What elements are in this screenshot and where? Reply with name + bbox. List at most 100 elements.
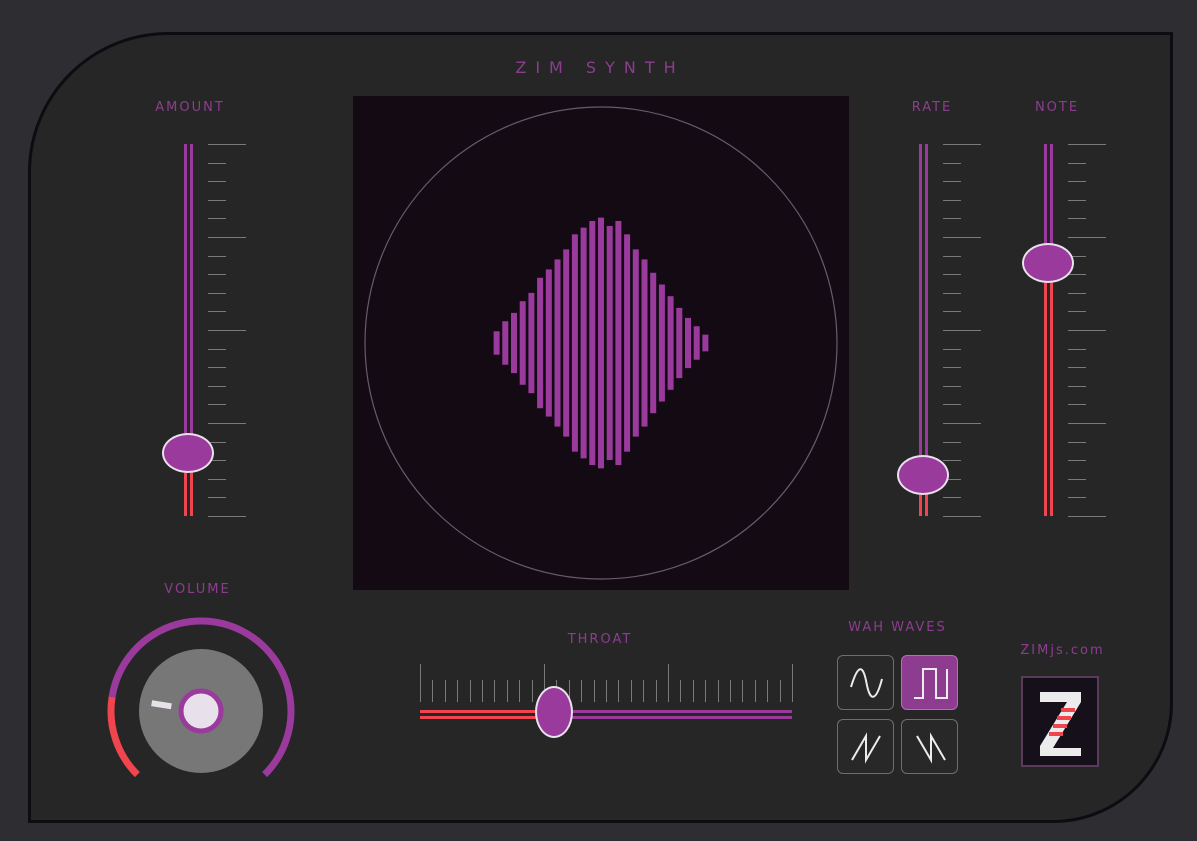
app-title: ZIM SYNTH	[515, 58, 685, 77]
rate-slider-tick	[943, 292, 961, 294]
rate-slider-tick	[943, 330, 981, 331]
note-slider[interactable]	[1020, 140, 1120, 520]
visualizer-svg	[364, 106, 838, 580]
wah-waves-label: WAH WAVES	[848, 620, 947, 635]
rate-slider-tick	[943, 274, 961, 276]
visualizer-bar	[598, 217, 604, 469]
wave-button-sawtooth[interactable]	[837, 719, 894, 774]
note-slider-tick	[1068, 478, 1086, 480]
note-slider-tick	[1068, 460, 1086, 462]
volume-dial[interactable]	[96, 608, 306, 798]
amount-label: AMOUNT	[155, 100, 225, 115]
throat-slider-tick	[469, 680, 471, 702]
rate-slider-tick	[943, 255, 961, 257]
square-wave-icon	[914, 668, 948, 699]
zimjs-link[interactable]: ZIMjs.com	[1000, 643, 1125, 658]
visualizer-bar	[537, 277, 544, 409]
amount-slider-tick	[208, 423, 246, 424]
throat-slider-tick	[643, 680, 645, 702]
note-slider-tick	[1068, 162, 1086, 164]
throat-slider-tick	[792, 664, 793, 702]
throat-slider-tick	[692, 680, 694, 702]
throat-slider-tick	[779, 680, 781, 702]
rate-slider-tick	[943, 348, 961, 350]
throat-slider-tick	[457, 680, 459, 702]
visualizer-bar	[676, 307, 683, 379]
rate-slider[interactable]	[895, 140, 995, 520]
amount-slider-tick	[208, 330, 246, 331]
visualizer-bar	[650, 272, 657, 414]
note-slider-track-empty	[1044, 263, 1047, 516]
throat-slider-tick	[506, 680, 508, 702]
amount-slider-tick	[208, 497, 226, 499]
visualizer-bar	[658, 284, 665, 402]
visualizer-bar	[519, 301, 526, 385]
note-slider-tick	[1068, 237, 1106, 238]
rate-slider-tick	[943, 460, 961, 462]
throat-slider-track-empty	[553, 710, 792, 713]
throat-slider-tick	[531, 680, 533, 702]
note-slider-tick	[1068, 497, 1086, 499]
visualizer-bar	[563, 249, 570, 437]
wave-button-sine[interactable]	[837, 655, 894, 710]
wah-waves-selector	[837, 655, 962, 775]
throat-slider[interactable]	[418, 660, 798, 740]
rate-slider-tick	[943, 367, 961, 369]
throat-slider-tick	[444, 680, 446, 702]
note-label: NOTE	[1034, 100, 1080, 115]
amount-slider-tick	[208, 274, 226, 276]
volume-arc-filled	[107, 696, 140, 778]
visualizer-bar	[641, 259, 648, 427]
throat-slider-tick	[655, 680, 657, 702]
amount-slider-tick	[208, 218, 226, 220]
wave-button-reverse-sawtooth[interactable]	[901, 719, 958, 774]
note-slider-thumb[interactable]	[1022, 243, 1074, 284]
throat-slider-thumb[interactable]	[534, 686, 573, 738]
throat-slider-tick	[630, 680, 632, 702]
throat-slider-tick	[494, 680, 496, 702]
amount-slider-tick	[208, 367, 226, 369]
amount-slider-tick	[208, 162, 226, 164]
throat-slider-tick	[432, 680, 434, 702]
reverse-sawtooth-wave-icon	[916, 732, 946, 764]
rate-slider-tick	[943, 385, 961, 387]
note-slider-tick	[1068, 330, 1106, 331]
visualizer-bar	[702, 334, 709, 352]
rate-slider-thumb[interactable]	[897, 455, 949, 496]
visualizer-bar	[589, 220, 596, 466]
zim-logo-icon	[1040, 692, 1081, 756]
visualizer-bar	[615, 220, 622, 466]
amount-slider-thumb[interactable]	[162, 432, 214, 473]
note-slider-tick	[1068, 181, 1086, 183]
visualizer-bar	[493, 331, 500, 355]
volume-dial-svg	[107, 617, 295, 778]
amount-slider-tick	[208, 311, 226, 313]
amount-slider-tick	[208, 478, 226, 480]
wave-button-square[interactable]	[901, 655, 958, 710]
throat-slider-tick	[730, 680, 731, 702]
throat-slider-tick	[767, 680, 769, 702]
zim-logo[interactable]	[1021, 676, 1099, 767]
visualizer-bar	[571, 234, 578, 452]
throat-slider-tick	[519, 680, 521, 702]
note-slider-tick	[1068, 144, 1106, 145]
note-slider-tick	[1068, 441, 1086, 443]
throat-slider-tick	[606, 680, 607, 702]
amount-slider-tick	[208, 292, 226, 294]
note-slider-tick	[1068, 367, 1086, 369]
amount-slider[interactable]	[160, 140, 260, 520]
volume-indicator	[151, 700, 172, 710]
visualizer-bar	[511, 312, 517, 374]
rate-slider-tick	[943, 144, 981, 145]
rate-slider-tick	[943, 162, 961, 164]
throat-slider-tick	[705, 680, 707, 702]
amount-slider-tick	[208, 404, 226, 406]
rate-slider-track-filled	[919, 144, 922, 476]
visualizer-bar	[667, 296, 674, 390]
throat-slider-tick	[420, 664, 421, 702]
visualizer-bar	[632, 249, 639, 437]
throat-slider-tick	[680, 680, 682, 702]
amount-slider-tick	[208, 516, 246, 517]
note-slider-tick	[1068, 423, 1106, 424]
note-slider-tick	[1068, 292, 1086, 294]
